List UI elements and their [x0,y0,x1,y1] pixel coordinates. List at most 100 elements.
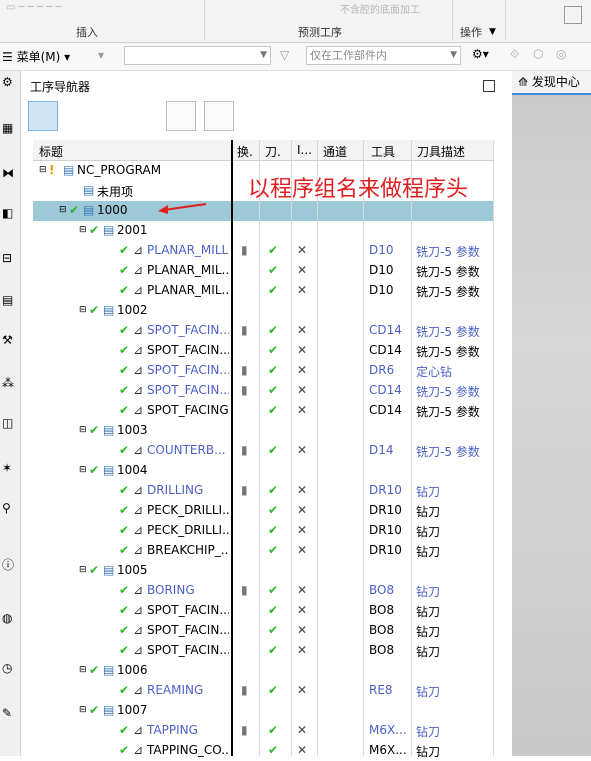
operation-row[interactable]: ✔ ⊿ SPOT_FACING ✔ ✕ CD14 铣刀-5 参数 [33,401,494,421]
web-icon[interactable]: ◍ [2,611,18,627]
ribbon-group-predict[interactable]: 预测工序 [298,24,342,40]
tool-change-icon: ▮ [241,243,248,257]
operation-row[interactable]: ✔ ⊿ BREAKCHIP_... ✔ ✕ DR10 钻刀 [33,541,494,561]
program-folder-icon: ▤ [103,303,115,317]
operation-row[interactable]: ✔ ⊿ PLANAR_MIL... ✔ ✕ D10 铣刀-5 参数 [33,281,494,301]
menu-button[interactable]: ☰ 菜单(M) ▾ [2,48,70,65]
program-order-view-icon[interactable] [28,101,58,131]
ipw-x-icon: ✕ [297,503,308,517]
settings-icon[interactable]: ⚙▾ [472,47,489,61]
operation-row[interactable]: ✔ ⊿ SPOT_FACIN... ✔ ✕ BO8 钻刀 [33,621,494,641]
machining-method-view-icon[interactable] [128,101,158,131]
row-tool: DR6 [369,363,395,377]
expand-collapse-icon[interactable]: ⊟ [79,465,87,475]
program-group-row[interactable]: ⊟ ✔ ▤ 2001 [33,221,494,241]
program-folder-icon: ▤ [63,163,75,177]
ipw-x-icon: ✕ [297,583,308,597]
expand-collapse-icon[interactable]: ⊟ [79,665,87,675]
snap-icon[interactable]: ⟐ [510,47,519,62]
operation-navigator-icon[interactable]: ⊟ [2,251,18,267]
tool-icon[interactable]: ⚒ [2,333,18,349]
operation-row[interactable]: ✔ ⊿ TAPPING ▮ ✔ ✕ M6X... 钻刀 [33,721,494,741]
reuse-icon[interactable]: ⁂ [2,376,18,392]
machine-icon[interactable]: ▤ [2,293,18,309]
expand-collapse-icon[interactable]: ⊟ [39,165,47,175]
operation-row[interactable]: ✔ ⊿ SPOT_FACIN... ✔ ✕ BO8 钻刀 [33,601,494,621]
hexagon-icon[interactable]: ⬡ [533,47,543,61]
expand-collapse-icon[interactable]: ⊟ [79,305,87,315]
clock-icon[interactable]: ◷ [2,661,18,677]
column-title[interactable]: 标题 [39,143,63,160]
operation-icon: ⊿ [133,483,144,497]
add-view-icon[interactable] [166,101,196,131]
selection-combo[interactable]: ▼ [124,46,271,65]
operation-row[interactable]: ✔ ⊿ TAPPING_CO... ✔ ✕ M6X... 钻刀 [33,741,494,761]
column-change[interactable]: 换. [237,143,253,160]
status-check-icon: ✔ [89,663,100,677]
operation-row[interactable]: ✔ ⊿ PECK_DRILLI... ✔ ✕ DR10 钻刀 [33,501,494,521]
column-tool[interactable]: 工具 [371,143,395,160]
operation-row[interactable]: ✔ ⊿ REAMING ▮ ✔ ✕ RE8 钻刀 [33,681,494,701]
operation-row[interactable]: ✔ ⊿ SPOT_FACIN... ✔ ✕ CD14 铣刀-5 参数 [33,341,494,361]
fixture-icon[interactable]: ✶ [2,461,18,477]
program-group-row[interactable]: ⊟ ✔ ▤ 1002 [33,301,494,321]
toolbar-icon[interactable]: ▾ [98,48,104,62]
program-group-row[interactable]: ⊟ ✔ ▤ 1003 [33,421,494,441]
status-check-icon: ✔ [119,623,130,637]
search-icon[interactable]: ⚲ [2,501,18,517]
assembly-icon[interactable]: ⧓ [2,166,18,182]
operation-row[interactable]: ✔ ⊿ PECK_DRILLI... ✔ ✕ DR10 钻刀 [33,521,494,541]
operation-row[interactable]: ✔ ⊿ SPOT_FACIN... ✔ ✕ BO8 钻刀 [33,641,494,661]
ipw-x-icon: ✕ [297,623,308,637]
status-check-icon: ✔ [119,363,130,377]
column-ipw[interactable]: I... [297,143,312,157]
discovery-tab[interactable]: ⟰ 发现中心 [512,71,591,95]
ribbon-group-operation[interactable]: 操作 [460,24,482,40]
ipw-x-icon: ✕ [297,483,308,497]
program-group-row[interactable]: ⊟ ✔ ▤ 1005 [33,561,494,581]
expand-collapse-icon[interactable]: ⊟ [79,225,87,235]
palette-icon[interactable]: ✎ [2,706,18,722]
info-icon[interactable]: ⓘ [2,556,18,572]
part-icon[interactable]: ▦ [2,121,18,137]
geometry-view-icon[interactable] [94,101,124,131]
program-group-row[interactable]: ⊟ ✔ ▤ 1004 [33,461,494,481]
column-tool-desc[interactable]: 刀具描述 [417,143,465,160]
operation-row[interactable]: ✔ ⊿ SPOT_FACIN... ▮ ✔ ✕ CD14 铣刀-5 参数 [33,321,494,341]
circle-icon[interactable]: ◎ [556,47,566,61]
operation-row[interactable]: ✔ ⊿ SPOT_FACIN... ▮ ✔ ✕ CD14 铣刀-5 参数 [33,381,494,401]
operation-row[interactable]: ✔ ⊿ PLANAR_MIL... ✔ ✕ D10 铣刀-5 参数 [33,261,494,281]
program-group-row[interactable]: ⊟ ✔ ▤ 1000 [33,201,494,221]
expand-collapse-icon[interactable]: ⊟ [59,205,67,215]
row-tool-desc: 铣刀-5 参数 [416,285,480,299]
tool-ok-icon: ✔ [268,723,279,737]
chevron-down-icon[interactable]: ▼ [489,27,496,37]
cube-icon[interactable]: ◫ [2,416,18,432]
column-channel[interactable]: 通道 [323,143,347,160]
discovery-tab-label: 发现中心 [531,75,580,89]
program-group-row[interactable]: ⊟ ✔ ▤ 1006 [33,661,494,681]
feature-icon[interactable]: ◧ [2,206,18,222]
filter-icon[interactable]: ▽ [280,48,289,62]
expand-collapse-icon[interactable]: ⊟ [79,565,87,575]
close-icon[interactable] [483,80,495,92]
row-tool-desc: 钻刀 [416,685,441,699]
ribbon-group-insert[interactable]: 插入 [76,24,98,40]
remove-view-icon[interactable] [204,101,234,131]
annotation-arrow [158,203,207,214]
program-group-row[interactable]: ⊟ ✔ ▤ 1007 [33,701,494,721]
operation-row[interactable]: ✔ ⊿ DRILLING ▮ ✔ ✕ DR10 钻刀 [33,481,494,501]
gear-icon[interactable]: ⚙ [2,75,18,91]
operation-row[interactable]: ✔ ⊿ BORING ▮ ✔ ✕ BO8 钻刀 [33,581,494,601]
machine-tool-view-icon[interactable] [60,101,90,131]
operation-row[interactable]: ✔ ⊿ SPOT_FACIN... ▮ ✔ ✕ DR6 定心钻 [33,361,494,381]
operation-row[interactable]: ✔ ⊿ PLANAR_MILL ▮ ✔ ✕ D10 铣刀-5 参数 [33,241,494,261]
scope-combo[interactable]: 仅在工作部件内 ▼ [306,46,461,65]
expand-collapse-icon[interactable]: ⊟ [79,705,87,715]
window-icon[interactable] [564,6,582,24]
row-name: BREAKCHIP_... [147,543,229,557]
operation-row[interactable]: ✔ ⊿ COUNTERB... ▮ ✔ ✕ D14 铣刀-5 参数 [33,441,494,461]
row-name: PLANAR_MIL... [147,263,229,277]
expand-collapse-icon[interactable]: ⊟ [79,425,87,435]
column-tool-status[interactable]: 刀. [265,143,281,160]
